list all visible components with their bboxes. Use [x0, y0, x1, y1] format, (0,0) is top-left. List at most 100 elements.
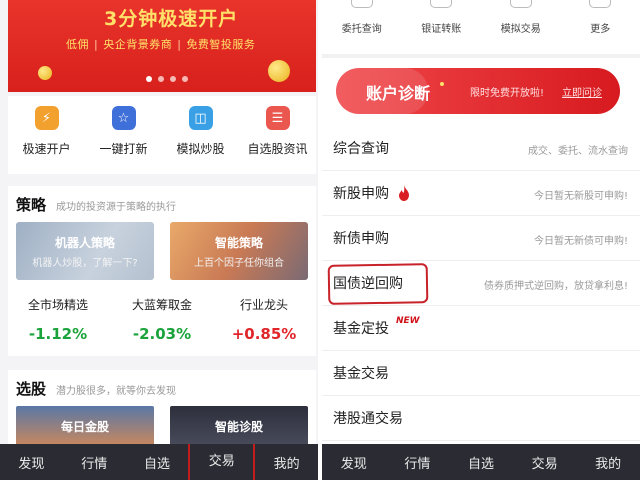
banner-sub-1: 低佣: [66, 38, 89, 51]
fire-icon: [399, 185, 409, 201]
shortcut-order-query[interactable]: 委托查询: [322, 0, 402, 52]
banner-separator: |: [177, 38, 182, 51]
pick-header: 选股 潜力股很多，就等你去发现: [16, 378, 176, 399]
section-title: 策略: [16, 196, 47, 214]
quick-action-simulate[interactable]: ◫ 模拟炒股: [162, 96, 239, 174]
tab-trade[interactable]: 交易: [513, 453, 577, 472]
shortcut-label: 银证转账: [421, 24, 462, 35]
menu-row-hk-connect[interactable]: 港股通交易: [322, 396, 640, 441]
section-title: 选股: [16, 380, 47, 398]
lightning-icon: ⚡: [34, 106, 59, 130]
star-icon: ☆: [111, 106, 136, 130]
row-label: 基金交易: [333, 366, 389, 382]
banner-sub-2: 央企背景券商: [103, 38, 173, 51]
section-subtitle: 潜力股很多，就等你去发现: [56, 386, 177, 397]
row-desc: 债券质押式逆回购，放贷拿利息!: [483, 281, 628, 292]
metric-value: -1.12%: [28, 325, 88, 343]
row-label: 综合查询: [333, 141, 389, 157]
menu-row-treasury-reverse-repo[interactable]: 国债逆回购 债券质押式逆回购，放贷拿利息!: [322, 261, 640, 306]
dot-icon: [440, 82, 444, 86]
shortcut-more[interactable]: 更多: [561, 0, 640, 52]
card-title: 机器人策略: [54, 236, 115, 250]
metric-label: 行业龙头: [239, 298, 288, 312]
shortcut-label: 委托查询: [341, 24, 382, 35]
gamepad-icon: ◫: [188, 106, 213, 130]
bottom-tab-bar: 发现 行情 自选 交易 我的: [322, 444, 640, 480]
menu-row-fund-auto-invest[interactable]: 基金定投 NEW: [322, 306, 640, 351]
section-subtitle: 成功的投资源于策略的执行: [56, 202, 177, 213]
diagnosis-action-link[interactable]: 立即问诊: [562, 84, 602, 99]
quick-action-news[interactable]: ☰ 自选股资讯: [239, 96, 316, 174]
metric-industry-leader[interactable]: 行业龙头 +0.85%: [214, 296, 314, 343]
banner-title: 3分钟极速开户: [104, 8, 239, 30]
row-label: 基金定投: [333, 321, 389, 337]
card-title: 智能诊股: [214, 420, 263, 434]
robot-strategy-card[interactable]: 机器人策略 机器人炒股，了解一下?: [16, 222, 154, 280]
metric-label: 全市场精选: [27, 298, 88, 312]
tab-trade[interactable]: 交易: [188, 444, 256, 480]
trade-shortcuts: 委托查询 银证转账 模拟交易 更多: [322, 0, 640, 52]
row-label: 新股申购: [333, 186, 389, 202]
bottom-tab-bar: 发现 行情 自选 交易 我的: [0, 444, 318, 480]
tab-market[interactable]: 行情: [386, 453, 450, 472]
document-icon: ☰: [265, 106, 290, 130]
more-icon: [589, 0, 612, 8]
tab-discover[interactable]: 发现: [0, 453, 63, 472]
card-subtitle: 上百个因子任你组合: [194, 258, 284, 269]
metric-bluechip[interactable]: 大蓝筹取金 -2.03%: [112, 296, 212, 343]
new-badge: NEW: [396, 316, 420, 326]
strategy-section: 策略 成功的投资源于策略的执行 机器人策略 机器人炒股，了解一下? 智能策略 上…: [8, 186, 316, 356]
quick-action-label: 模拟炒股: [176, 142, 225, 156]
carousel-dot-1[interactable]: [146, 76, 152, 82]
promo-banner[interactable]: 3分钟极速开户 低佣 | 央企背景券商 | 免费智投服务: [8, 0, 316, 92]
row-desc: 成交、委托、流水查询: [528, 146, 628, 157]
shortcut-bank-transfer[interactable]: 银证转账: [402, 0, 482, 52]
carousel-dots[interactable]: [146, 76, 188, 82]
carousel-dot-3[interactable]: [170, 76, 176, 82]
row-label: 港股通交易: [333, 411, 403, 427]
metric-value: +0.85%: [231, 325, 297, 343]
quick-action-label: 一键打新: [99, 142, 148, 156]
left-screen: 3分钟极速开户 低佣 | 央企背景券商 | 免费智投服务 ⚡ 极速开户 ☆ 一键打新 ◫…: [0, 0, 318, 480]
bank-transfer-icon: [430, 0, 453, 8]
row-desc: 今日暂无新债可申购!: [533, 236, 628, 247]
quick-action-label: 自选股资讯: [247, 142, 308, 156]
strategy-header: 策略 成功的投资源于策略的执行: [16, 194, 176, 215]
tab-me[interactable]: 我的: [576, 453, 640, 472]
quick-actions: ⚡ 极速开户 ☆ 一键打新 ◫ 模拟炒股 ☰ 自选股资讯: [8, 96, 316, 174]
diagnosis-title: 账户诊断: [366, 84, 431, 103]
tab-watchlist[interactable]: 自选: [449, 453, 513, 472]
shortcut-label: 更多: [590, 24, 611, 35]
carousel-dot-4[interactable]: [182, 76, 188, 82]
stock-pick-section: 选股 潜力股很多，就等你去发现 每日金股 智能诊股: [8, 370, 316, 450]
carousel-dot-2[interactable]: [158, 76, 164, 82]
divider: [322, 54, 640, 58]
banner-subtitle: 低佣 | 央企背景券商 | 免费智投服务: [66, 36, 255, 52]
tab-watchlist[interactable]: 自选: [126, 453, 189, 472]
tab-me[interactable]: 我的: [255, 453, 318, 472]
smart-strategy-card[interactable]: 智能策略 上百个因子任你组合: [170, 222, 308, 280]
shortcut-simulated-trade[interactable]: 模拟交易: [481, 0, 561, 52]
menu-row-bond-subscribe[interactable]: 新债申购 今日暂无新债可申购!: [322, 216, 640, 261]
menu-row-fund-trade[interactable]: 基金交易: [322, 351, 640, 396]
quick-action-open-account[interactable]: ⚡ 极速开户: [8, 96, 85, 174]
tab-market[interactable]: 行情: [63, 453, 126, 472]
trade-menu-list: 综合查询 成交、委托、流水查询 新股申购 今日暂无新股可申购! 新债申购 今日暂…: [322, 126, 640, 441]
right-screen: 委托查询 银证转账 模拟交易 更多 账户诊断 限时免费开放啦! 立即问诊 综合查…: [322, 0, 640, 480]
quick-action-label: 极速开户: [22, 142, 71, 156]
account-diagnosis-banner[interactable]: 账户诊断 限时免费开放啦! 立即问诊: [336, 68, 620, 114]
card-title: 每日金股: [60, 420, 109, 434]
row-label: 新债申购: [333, 231, 389, 247]
metric-market-select[interactable]: 全市场精选 -1.12%: [8, 296, 108, 343]
tab-discover[interactable]: 发现: [322, 453, 386, 472]
diagnosis-note: 限时免费开放啦!: [470, 88, 545, 99]
quick-action-ipo[interactable]: ☆ 一键打新: [85, 96, 162, 174]
menu-row-ipo-subscribe[interactable]: 新股申购 今日暂无新股可申购!: [322, 171, 640, 216]
coin-icon: [268, 60, 290, 82]
order-query-icon: [350, 0, 373, 8]
metric-value: -2.03%: [132, 325, 192, 343]
simulated-trade-icon: [509, 0, 532, 8]
card-title: 智能策略: [214, 236, 263, 250]
menu-row-comprehensive-query[interactable]: 综合查询 成交、委托、流水查询: [322, 126, 640, 171]
shortcut-label: 模拟交易: [500, 24, 541, 35]
